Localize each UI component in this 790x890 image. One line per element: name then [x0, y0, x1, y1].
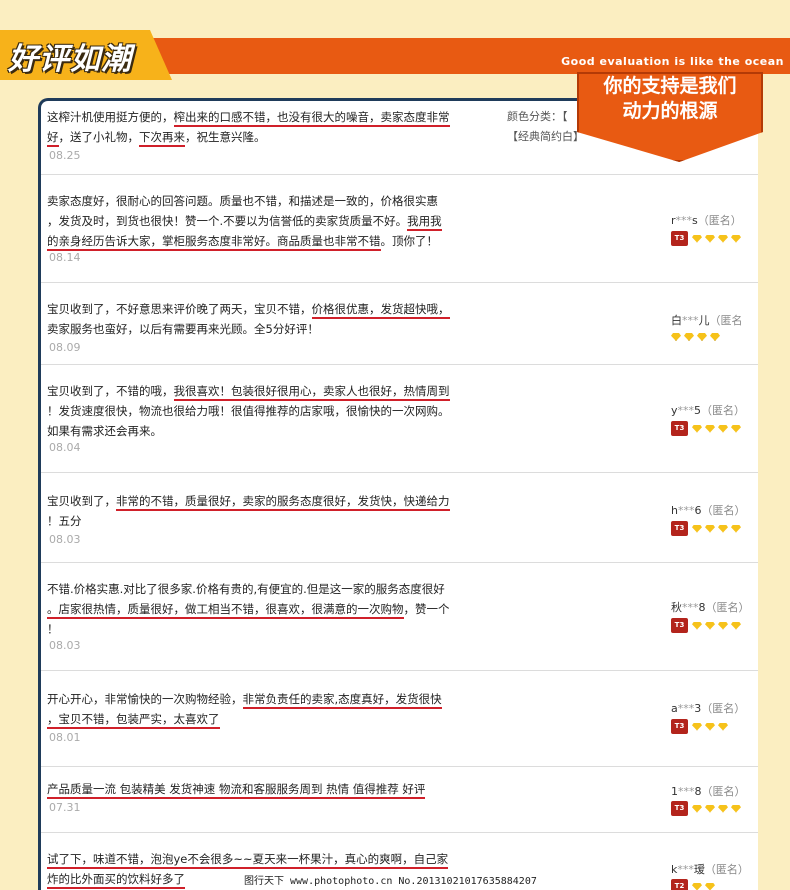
diamond-icon	[684, 333, 694, 341]
support-callout-text: 你的支持是我们 动力的根源	[603, 75, 737, 122]
diamond-icon	[718, 234, 728, 243]
tmall-icon: T2	[671, 879, 688, 890]
reviewer-name: k***瑷（匿名）	[671, 863, 749, 876]
review-text: 开心开心，非常愉快的一次购物经验，非常负责任的卖家,态度真好，发货很快 ，宝贝不…	[47, 689, 477, 729]
diamond-icon	[731, 524, 741, 533]
reviewer-rank: T3	[671, 521, 743, 536]
diamond-icon	[692, 882, 702, 890]
reviewer-name: r***s（匿名）	[671, 214, 742, 227]
reviewer-name: a***3（匿名）	[671, 702, 746, 715]
diamond-icon	[697, 333, 707, 341]
review-date: 08.25	[49, 149, 81, 162]
review-date: 08.01	[49, 731, 81, 744]
page-subtitle: Good evaluation is like the ocean	[561, 55, 784, 68]
review-text: 宝贝收到了，不错的哦，我很喜欢！包装很好很用心，卖家人也很好，热情周到 ！发货速…	[47, 384, 450, 438]
diamond-icon	[718, 621, 728, 630]
review-row: 宝贝收到了，不错的哦，我很喜欢！包装很好很用心，卖家人也很好，热情周到 ！发货速…	[41, 365, 758, 473]
tmall-icon: T3	[671, 618, 688, 633]
review-text: 卖家态度好，很耐心的回答问题。质量也不错，和描述是一致的，价格很实惠 ，发货及时…	[47, 191, 477, 251]
tmall-icon: T3	[671, 719, 688, 734]
diamond-icon	[731, 804, 741, 813]
reviewer-rank: T3	[671, 231, 743, 246]
reviewer-rank: T3	[671, 421, 743, 436]
review-date: 08.03	[49, 639, 81, 652]
diamond-icon	[731, 621, 741, 630]
review-text: 这榨汁机使用挺方便的，榨出来的口感不错，也没有很大的噪音，卖家态度非常 好，送了…	[47, 107, 477, 147]
watermark: 图行天下 www.photophoto.cn No.20131021017635…	[244, 876, 537, 887]
review-date: 07.31	[49, 801, 81, 814]
diamond-icon	[705, 722, 715, 731]
reviewer-rank: T3	[671, 618, 743, 633]
reviewer-rank: T3	[671, 719, 730, 734]
review-text: 不错.价格实惠.对比了很多家.价格有贵的,有便宜的.但是这一家的服务态度很好 。…	[47, 582, 450, 636]
diamond-icon	[718, 424, 728, 433]
reviewer-rank: T2	[671, 879, 717, 890]
reviewer-name: 白***儿（匿名	[671, 314, 743, 327]
review-row: 宝贝收到了，非常的不错，质量很好，卖家的服务态度很好，发货快，快递给力 ！五分 …	[41, 473, 758, 563]
diamond-icon	[731, 234, 741, 243]
tmall-icon: T3	[671, 801, 688, 816]
diamond-icon	[705, 424, 715, 433]
reviews-panel: 这榨汁机使用挺方便的，榨出来的口感不错，也没有很大的噪音，卖家态度非常 好，送了…	[38, 98, 758, 890]
reviewer-rank	[671, 333, 722, 341]
diamond-icon	[692, 234, 702, 243]
review-text: 宝贝收到了，不好意思来评价晚了两天，宝贝不错，价格很优惠，发货超快哦， 卖家服务…	[47, 302, 450, 336]
diamond-icon	[718, 722, 728, 731]
diamond-icon	[692, 722, 702, 731]
review-row: 不错.价格实惠.对比了很多家.价格有贵的,有便宜的.但是这一家的服务态度很好 。…	[41, 563, 758, 671]
diamond-icon	[705, 882, 715, 890]
reviewer-name: h***6（匿名）	[671, 504, 746, 517]
page-title: 好评如潮	[8, 42, 132, 77]
diamond-icon	[705, 621, 715, 630]
review-text: 宝贝收到了，非常的不错，质量很好，卖家的服务态度很好，发货快，快递给力 ！五分	[47, 494, 450, 528]
review-date: 08.03	[49, 533, 81, 546]
tmall-icon: T3	[671, 421, 688, 436]
review-date: 08.04	[49, 441, 81, 454]
diamond-icon	[692, 524, 702, 533]
diamond-icon	[705, 524, 715, 533]
diamond-icon	[671, 333, 681, 341]
review-row: 产品质量一流 包装精美 发货神速 物流和客服服务周到 热情 值得推荐 好评 07…	[41, 767, 758, 833]
review-date: 08.09	[49, 341, 81, 354]
diamond-icon	[692, 804, 702, 813]
diamond-icon	[692, 424, 702, 433]
review-date: 08.14	[49, 251, 81, 264]
diamond-icon	[705, 234, 715, 243]
reviewer-name: 秋***8（匿名）	[671, 601, 750, 614]
diamond-icon	[718, 524, 728, 533]
review-row: 宝贝收到了，不好意思来评价晚了两天，宝贝不错，价格很优惠，发货超快哦， 卖家服务…	[41, 283, 758, 365]
tmall-icon: T3	[671, 231, 688, 246]
diamond-icon	[692, 621, 702, 630]
diamond-icon	[731, 424, 741, 433]
reviewer-name: y***5（匿名）	[671, 404, 746, 417]
review-text: 产品质量一流 包装精美 发货神速 物流和客服服务周到 热情 值得推荐 好评	[47, 779, 477, 799]
tmall-icon: T3	[671, 521, 688, 536]
diamond-icon	[718, 804, 728, 813]
review-row: 开心开心，非常愉快的一次购物经验，非常负责任的卖家,态度真好，发货很快 ，宝贝不…	[41, 671, 758, 767]
diamond-icon	[710, 333, 720, 341]
color-category: 颜色分类：【 【经典简约白】	[507, 110, 584, 143]
review-row: 卖家态度好，很耐心的回答问题。质量也不错，和描述是一致的，价格很实惠 ，发货及时…	[41, 175, 758, 283]
diamond-icon	[705, 804, 715, 813]
reviewer-rank: T3	[671, 801, 743, 816]
reviewer-name: 1***8（匿名）	[671, 785, 746, 798]
